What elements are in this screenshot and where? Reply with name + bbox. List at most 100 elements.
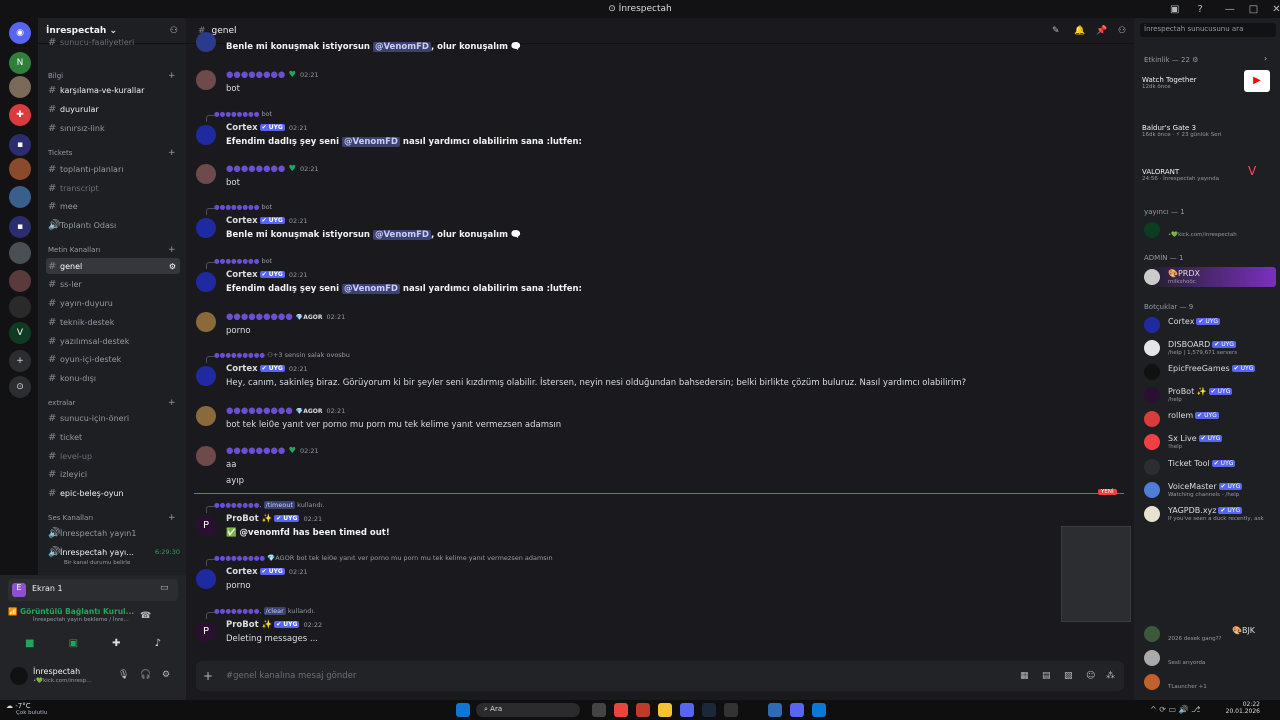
server-icon[interactable] <box>9 296 31 318</box>
member-list-icon[interactable]: ⚇ <box>1118 26 1126 36</box>
message-author[interactable]: ProBot ✨ ✔ UYG 02:22 <box>226 620 322 630</box>
server-icon[interactable]: N <box>9 52 31 74</box>
member-item[interactable]: TLauncher +1 <box>1142 672 1276 692</box>
channel-item[interactable]: # epic-beleş-oyun <box>46 485 180 501</box>
server-search-input[interactable]: İnrespectah sunucusunu ara <box>1140 23 1276 37</box>
member-item[interactable]: rollem ✔ UYG <box>1142 409 1276 429</box>
avatar[interactable]: P <box>196 516 216 536</box>
app-icon[interactable] <box>790 703 804 717</box>
command-mention[interactable]: /clear <box>263 607 286 615</box>
activities-icon[interactable]: ✚ <box>112 638 120 649</box>
avatar[interactable] <box>196 218 216 238</box>
activity-card[interactable]: Watch Together 12dk önce ▶ <box>1142 70 1274 92</box>
avatar[interactable] <box>196 70 216 90</box>
apps-icon[interactable]: ⁂ <box>1106 671 1115 681</box>
avatar[interactable] <box>196 366 216 386</box>
headphones-icon[interactable]: 🎧 <box>140 670 151 680</box>
member-item[interactable]: •💚kick.com/inrespectah <box>1142 220 1276 240</box>
channel-item-genel[interactable]: # genel ⚙ <box>46 258 180 274</box>
user-info[interactable]: İnrespectah •💚kick.com/inresp... 🎙 🎧 ⚙ <box>8 663 178 691</box>
user-mention[interactable]: @VenomFD <box>372 230 431 240</box>
message-author[interactable]: ProBot ✨ ✔ UYG 02:21 <box>226 514 322 524</box>
file-explorer-icon[interactable] <box>658 703 672 717</box>
member-item[interactable]: Ticket Tool ✔ UYG <box>1142 457 1276 477</box>
channel-item[interactable]: # toplantı-planları <box>46 161 180 177</box>
discord-taskbar-icon[interactable] <box>680 703 694 717</box>
member-item[interactable]: EpicFreeGames ✔ UYG <box>1142 362 1276 382</box>
avatar[interactable] <box>196 164 216 184</box>
add-channel-icon[interactable]: + <box>168 71 176 81</box>
gif-icon[interactable]: ▤ <box>1042 671 1051 681</box>
chrome-icon[interactable] <box>614 703 628 717</box>
voice-status[interactable]: Bir kanal durumu belirle <box>64 560 130 566</box>
avatar[interactable] <box>196 312 216 332</box>
member-item[interactable]: Sx Live ✔ UYG !help <box>1142 432 1276 452</box>
message-author[interactable]: ●●●●●●●● ♥ 02:21 <box>226 164 319 174</box>
soundboard-icon[interactable]: ♪ <box>155 638 161 649</box>
channel-item[interactable]: # yayın-duyuru <box>46 295 180 311</box>
message-author[interactable]: Cortex ✔ UYG 02:21 <box>226 123 308 133</box>
server-icon[interactable]: V <box>9 322 31 344</box>
threads-icon[interactable]: ✎ <box>1052 26 1060 36</box>
channel-item[interactable]: # izleyici <box>46 466 180 482</box>
reply-preview[interactable]: ●●●●●●●●, /clear kullandı. <box>205 607 315 619</box>
task-view-icon[interactable] <box>592 703 606 717</box>
folder-icon[interactable]: ▪ <box>9 134 31 156</box>
close-button[interactable]: ✕ <box>1272 4 1280 15</box>
system-tray[interactable]: ^ ⟳ ▭ 🔊 ⎇ <box>1150 705 1200 714</box>
message-author[interactable]: Cortex ✔ UYG 02:21 <box>226 567 308 577</box>
avatar[interactable] <box>196 446 216 466</box>
message-author[interactable]: Cortex ✔ UYG 02:21 <box>226 216 308 226</box>
add-member-icon[interactable]: ⚇ <box>170 26 178 36</box>
opera-icon[interactable] <box>636 703 650 717</box>
weather-widget[interactable]: ☁ -7°C Çok bulutlu <box>6 702 47 716</box>
channel-item[interactable]: # karşılama-ve-kurallar <box>46 82 180 98</box>
add-attachment-icon[interactable]: + <box>196 669 220 683</box>
channel-item[interactable]: # duyurular <box>46 101 180 117</box>
reply-preview[interactable]: ●●●●●●●●● ⚇+3 sensin salak ovosbu <box>206 351 350 363</box>
channel-item[interactable]: # ticket <box>46 429 180 445</box>
channel-item[interactable]: # teknik-destek <box>46 314 180 330</box>
activity-header[interactable]: Etkinlik — 22 ⚙ <box>1144 56 1198 64</box>
channel-item[interactable]: # sunucu-için-öneri <box>46 410 180 426</box>
reply-preview[interactable]: ●●●●●●●●, /timeout kullandı. <box>206 501 325 513</box>
voice-channel-item[interactable]: 🔊 İnrespectah yayın1 <box>46 525 180 541</box>
user-mention[interactable]: @VenomFD <box>372 42 431 52</box>
channel-item[interactable]: # transcript <box>46 180 180 196</box>
help-icon[interactable]: ? <box>1197 4 1202 15</box>
chevron-right-icon[interactable]: › <box>1264 54 1267 63</box>
user-mention[interactable]: @VenomFD <box>341 284 400 294</box>
add-channel-icon[interactable]: + <box>168 513 176 523</box>
notification-bell-icon[interactable]: 🔔 <box>1074 26 1085 36</box>
discord-home-icon[interactable]: ◉ <box>9 22 31 44</box>
channel-item[interactable]: # oyun-içi-destek <box>46 351 180 367</box>
gift-icon[interactable]: ▦ <box>1020 671 1029 681</box>
channel-item[interactable]: # yazılımsal-destek <box>46 333 180 349</box>
emoji-icon[interactable]: ☺ <box>1086 671 1095 681</box>
server-icon[interactable] <box>9 158 31 180</box>
voice-channel-item[interactable]: 🔊 İnrespectah yayı... 6:29:30 <box>46 544 180 560</box>
activity-card[interactable]: Baldur's Gate 3 16dk önce · ⚡ 23 günlük … <box>1142 116 1274 138</box>
message-author[interactable]: ●●●●●●●●● 💎AGOR 02:21 <box>226 312 345 322</box>
message-author[interactable]: ●●●●●●●● ♥ 02:21 <box>226 446 319 456</box>
server-icon[interactable] <box>9 186 31 208</box>
server-icon[interactable] <box>9 76 31 98</box>
server-icon[interactable] <box>9 242 31 264</box>
category-bilgi[interactable]: Bilgi + <box>48 71 176 81</box>
avatar[interactable] <box>196 125 216 145</box>
reply-preview[interactable]: ●●●●●●●● bot <box>205 110 272 122</box>
command-mention[interactable]: /timeout <box>263 501 296 509</box>
clock[interactable]: 02:22 20.01.2026 <box>1222 701 1260 715</box>
obs-icon[interactable] <box>724 703 738 717</box>
reply-preview[interactable]: ●●●●●●●● bot <box>205 257 272 269</box>
avatar[interactable]: P <box>196 622 216 642</box>
member-item[interactable]: 🎨BJK 2026 desek gang?? <box>1142 624 1276 644</box>
discover-icon[interactable]: ⊙ <box>9 376 31 398</box>
reply-preview[interactable]: ●●●●●●●●● 💎AGOR bot tek lei0e yanıt ver … <box>206 554 553 566</box>
member-item[interactable]: VoiceMaster ✔ UYG Watching channels - /hel… <box>1142 480 1276 500</box>
category-extralar[interactable]: extralar + <box>48 398 176 408</box>
app-icon[interactable] <box>768 703 782 717</box>
reply-preview[interactable]: ●●●●●●●● bot <box>205 203 272 215</box>
member-item[interactable]: Cortex ✔ UYG <box>1142 315 1276 335</box>
message-author[interactable]: Cortex ✔ UYG 02:21 <box>226 364 308 374</box>
